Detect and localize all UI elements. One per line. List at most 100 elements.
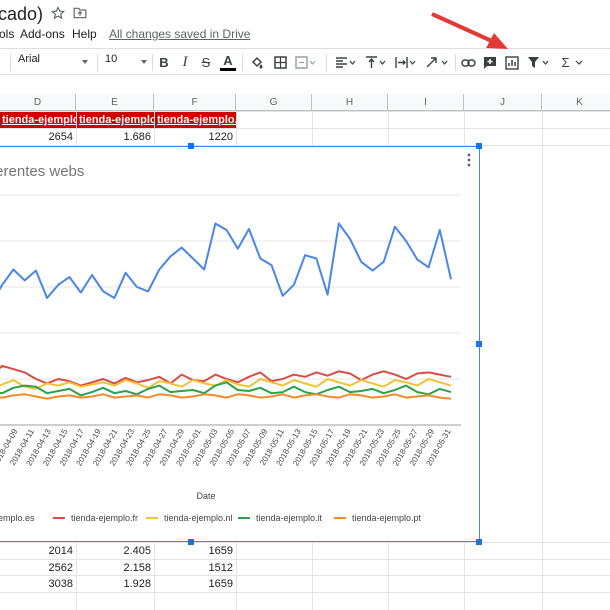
cell-e-value[interactable]: 1.686 xyxy=(77,129,154,145)
resize-handle[interactable] xyxy=(476,539,482,545)
cell-f-value[interactable]: 1659 xyxy=(155,576,236,592)
column-header-i[interactable]: I xyxy=(388,94,464,111)
text-wrap-icon xyxy=(395,57,416,68)
star-icon[interactable] xyxy=(51,6,65,20)
legend-swatch xyxy=(146,517,158,519)
functions-button[interactable]: Σ xyxy=(560,52,584,73)
legend-label: tienda-ejemplo.it xyxy=(256,513,323,523)
merge-cells-icon xyxy=(295,56,316,69)
font-family-select[interactable]: Arial xyxy=(18,53,90,72)
cell-d-value[interactable]: 2654 xyxy=(0,129,76,145)
resize-handle[interactable] xyxy=(188,539,194,545)
series-line-3 xyxy=(0,381,452,397)
toolbar-separator xyxy=(97,54,98,71)
grid-line xyxy=(542,111,543,610)
toolbar-separator xyxy=(455,54,456,71)
legend-label: ejemplo.es xyxy=(0,513,35,523)
menu-bar: ols Add-ons Help All changes saved in Dr… xyxy=(0,26,610,46)
cell-d-value[interactable]: 2014 xyxy=(0,543,76,559)
legend-item: tienda-ejemplo.pt xyxy=(334,513,421,523)
italic-button[interactable]: I xyxy=(178,52,192,73)
cell-e-header[interactable]: tienda-ejemplo.it xyxy=(77,112,154,128)
strikethrough-button[interactable]: S xyxy=(199,52,213,73)
horizontal-align-button[interactable] xyxy=(334,52,358,73)
toolbar-separator xyxy=(242,54,243,71)
menu-help[interactable]: Help xyxy=(72,27,97,41)
toolbar-separator xyxy=(10,54,11,71)
save-status-link[interactable]: All changes saved in Drive xyxy=(109,27,250,41)
align-left-icon xyxy=(336,57,356,68)
font-size-value: 10 xyxy=(105,53,118,65)
resize-handle[interactable] xyxy=(188,143,194,149)
legend-item: tienda-ejemplo.nl xyxy=(146,513,233,523)
grid-line xyxy=(0,592,610,593)
sigma-icon: Σ xyxy=(561,55,570,70)
paint-bucket-icon xyxy=(251,56,263,68)
column-header-d[interactable]: D xyxy=(0,94,76,111)
legend-swatch xyxy=(334,517,346,519)
document-title[interactable]: icado) xyxy=(0,4,43,25)
cell-f-value[interactable]: 1512 xyxy=(155,560,236,576)
bold-button[interactable]: B xyxy=(157,52,171,73)
legend-swatch xyxy=(238,517,250,519)
cell-f-header[interactable]: tienda-ejemplo.pt xyxy=(155,112,236,128)
spreadsheet-window: icado) ols Add-ons Help All changes save… xyxy=(0,0,610,610)
text-color-button[interactable]: A xyxy=(220,52,236,71)
resize-handle[interactable] xyxy=(476,341,482,347)
vertical-align-button[interactable] xyxy=(364,52,388,73)
chart-icon xyxy=(505,55,519,70)
chevron-down-icon xyxy=(575,60,582,65)
chevron-down-icon xyxy=(82,60,88,64)
legend-item: tienda-ejemplo.fr xyxy=(53,513,138,523)
filter-button[interactable] xyxy=(526,52,552,73)
line-chart[interactable]: ferentes webs 2018-04-07 2018-04-09 2018-0… xyxy=(0,146,480,542)
merge-cells-button[interactable] xyxy=(294,52,318,73)
insert-chart-button[interactable] xyxy=(503,52,521,73)
column-header-h[interactable]: H xyxy=(312,94,388,111)
legend-item: ejemplo.es xyxy=(0,513,35,523)
font-family-value: Arial xyxy=(18,53,41,65)
font-size-select[interactable]: 10 xyxy=(105,53,149,72)
legend-label: tienda-ejemplo.fr xyxy=(71,513,139,523)
text-rotation-button[interactable] xyxy=(424,52,450,73)
toolbar-separator xyxy=(326,54,327,71)
vertical-align-icon xyxy=(366,56,386,68)
cell-e-value[interactable]: 1.928 xyxy=(77,576,154,592)
cell-f-value[interactable]: 1220 xyxy=(155,129,236,145)
title-bar: icado) xyxy=(0,0,610,26)
column-header-g[interactable]: G xyxy=(236,94,312,111)
cell-f-value[interactable]: 1659 xyxy=(155,543,236,559)
cell-e-value[interactable]: 2.158 xyxy=(77,560,154,576)
toolbar: Arial 10 B I S A Σ xyxy=(0,48,610,75)
series-line-4 xyxy=(0,393,452,400)
legend-label: tienda-ejemplo.nl xyxy=(164,513,233,523)
fill-color-button[interactable] xyxy=(249,52,265,73)
cell-d-value[interactable]: 3038 xyxy=(0,576,76,592)
x-axis-label: Date xyxy=(196,491,215,501)
move-to-folder-icon[interactable] xyxy=(73,7,87,19)
text-wrapping-button[interactable] xyxy=(394,52,418,73)
text-rotation-icon xyxy=(426,57,448,68)
borders-icon xyxy=(273,56,287,69)
column-header-k[interactable]: K xyxy=(542,94,610,111)
legend-label: tienda-ejemplo.pt xyxy=(352,513,422,523)
menu-addons[interactable]: Add-ons xyxy=(20,27,65,41)
column-header-f[interactable]: F xyxy=(154,94,236,111)
legend-item: tienda-ejemplo.it xyxy=(238,513,322,523)
insert-comment-button[interactable] xyxy=(482,52,498,73)
filter-icon xyxy=(528,57,549,68)
link-icon xyxy=(460,58,476,67)
legend-swatch xyxy=(53,517,65,519)
cell-d-header[interactable]: tienda-ejemplo.nl xyxy=(0,112,76,128)
chevron-down-icon xyxy=(141,60,147,64)
borders-button[interactable] xyxy=(272,52,288,73)
cell-d-value[interactable]: 2562 xyxy=(0,560,76,576)
menu-tools[interactable]: ols xyxy=(0,27,14,41)
column-header-e[interactable]: E xyxy=(76,94,154,111)
cell-e-value[interactable]: 2.405 xyxy=(77,543,154,559)
series-line-0 xyxy=(0,222,452,299)
toolbar-separator xyxy=(152,54,153,71)
insert-link-button[interactable] xyxy=(460,52,476,73)
resize-handle[interactable] xyxy=(476,143,482,149)
column-header-j[interactable]: J xyxy=(464,94,542,111)
